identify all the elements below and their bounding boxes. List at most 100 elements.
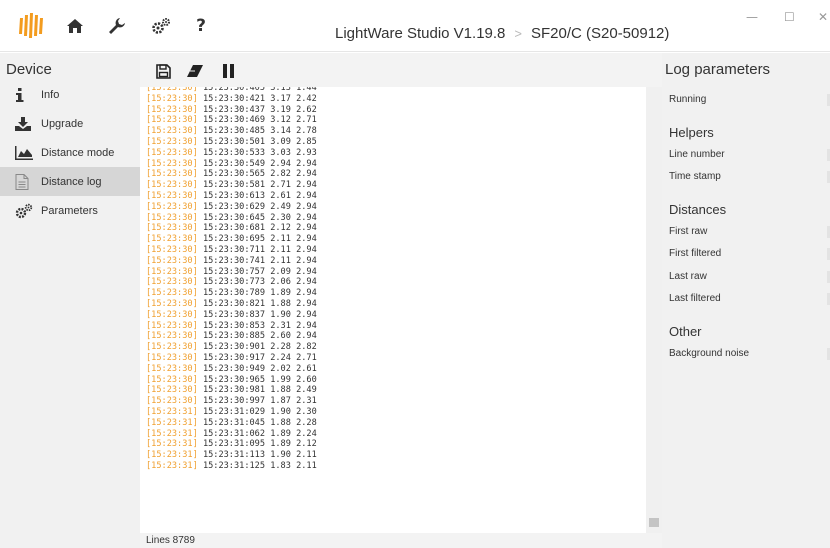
line-count: Lines 8789 [146,535,195,546]
settings-gears-icon[interactable] [150,15,172,37]
sidebar-item-distance-log[interactable]: Distance log [0,167,140,196]
last-filtered-option[interactable]: Last filtered [669,291,830,307]
sidebar-item-upgrade[interactable]: Upgrade [0,109,140,138]
log-timestamp: [15:23:30] [146,158,198,169]
log-values: 15:23:30:997 1.87 2.31 [202,396,317,407]
log-values: 15:23:30:437 3.19 2.62 [202,104,317,115]
sidebar-item-label: Info [41,88,60,101]
sidebar-item-info[interactable]: Info [0,80,140,109]
log-values: 15:23:30:789 1.89 2.94 [202,288,317,299]
log-line: [15:23:30] 15:23:30:965 1.99 2.60 [140,375,646,386]
sidebar-item-label: Parameters [41,204,98,217]
sidebar-nav: Info Upgrade Distance mode Distance log [0,80,140,225]
background-noise-option[interactable]: Background noise [669,346,830,362]
scrollbar-thumb[interactable] [649,518,659,527]
log-values: 15:23:30:741 2.11 2.94 [202,255,317,266]
log-line: [15:23:30] 15:23:30:885 2.60 2.94 [140,331,646,342]
pause-icon[interactable] [220,62,238,80]
log-timestamp: [15:23:30] [146,331,198,342]
log-values: 15:23:30:421 3.17 2.42 [202,93,317,104]
log-timestamp: [15:23:31] [146,428,198,439]
log-line: [15:23:30] 15:23:30:773 2.06 2.94 [140,277,646,288]
log-line: [15:23:31] 15:23:31:113 1.90 2.11 [140,450,646,461]
maximize-button[interactable]: ☐ [784,10,795,24]
sidebar-item-label: Upgrade [41,117,84,130]
log-timestamp: [15:23:30] [146,266,198,277]
log-line: [15:23:30] 15:23:30:533 3.03 2.93 [140,148,646,159]
log-line: [15:23:31] 15:23:31:062 1.89 2.24 [140,429,646,440]
time-stamp-option[interactable]: Time stamp ✓ [669,169,830,185]
sidebar-item-label: Distance mode [41,146,115,159]
sidebar-item-distance-mode[interactable]: Distance mode [0,138,140,167]
sidebar-item-parameters[interactable]: Parameters [0,196,140,225]
log-line: [15:23:30] 15:23:30:997 1.87 2.31 [140,396,646,407]
log-timestamp: [15:23:31] [146,439,198,450]
log-values: 15:23:30:469 3.12 2.71 [202,115,317,126]
log-line: [15:23:31] 15:23:31:125 1.83 2.11 [140,461,646,472]
option-label: Line number [669,149,725,160]
log-line: [15:23:30] 15:23:30:949 2.02 2.61 [140,364,646,375]
log-line: [15:23:30] 15:23:30:853 2.31 2.94 [140,321,646,332]
info-icon [15,87,35,103]
log-timestamp: [15:23:30] [146,180,198,191]
log-timestamp: [15:23:30] [146,126,198,137]
log-timestamp: [15:23:30] [146,342,198,353]
log-timestamp: [15:23:30] [146,288,198,299]
log-values: 15:23:30:981 1.88 2.49 [202,385,317,396]
log-line: [15:23:30] 15:23:30:789 1.89 2.94 [140,288,646,299]
distances-heading: Distances [669,202,727,217]
app-title: LightWare Studio V1.19.8 [335,25,506,42]
log-values: 15:23:30:885 2.60 2.94 [202,331,317,342]
first-filtered-option[interactable]: First filtered ✓ [669,246,830,262]
log-timestamp: [15:23:30] [146,363,198,374]
first-raw-option[interactable]: First raw ✓ [669,224,830,240]
log-timestamp: [15:23:31] [146,450,198,461]
log-values: 15:23:30:565 2.82 2.94 [202,169,317,180]
status-bar: Lines 8789 [140,533,662,548]
option-label: Time stamp [669,171,721,182]
help-icon[interactable]: ? [190,15,212,37]
wrench-icon[interactable] [106,15,128,37]
log-timestamp: [15:23:30] [146,136,198,147]
log-timestamp: [15:23:30] [146,115,198,126]
log-line: [15:23:30] 15:23:30:681 2.12 2.94 [140,223,646,234]
log-line: [15:23:31] 15:23:31:045 1.88 2.28 [140,418,646,429]
log-timestamp: [15:23:30] [146,212,198,223]
last-raw-option[interactable]: Last raw [669,269,830,285]
log-line: [15:23:30] 15:23:30:485 3.14 2.78 [140,126,646,137]
minimize-button[interactable]: — [746,10,758,24]
other-heading: Other [669,324,702,339]
log-line: [15:23:31] 15:23:31:095 1.89 2.12 [140,439,646,450]
log-values: 15:23:30:837 1.90 2.94 [202,309,317,320]
log-line: [15:23:30] 15:23:30:741 2.11 2.94 [140,256,646,267]
log-values: 15:23:30:757 2.09 2.94 [202,266,317,277]
log-values: 15:23:30:901 2.28 2.82 [202,342,317,353]
option-label: Running [669,94,707,105]
close-button[interactable]: ✕ [818,10,828,24]
log-values: 15:23:31:113 1.90 2.11 [202,450,317,461]
option-label: Last filtered [669,293,721,304]
log-output[interactable]: [15:23:30] 15:23:30:405 3.13 1.44 [15:23:… [140,87,646,533]
log-values: 15:23:30:645 2.30 2.94 [202,212,317,223]
breadcrumb-separator: > [514,26,522,41]
eraser-icon[interactable] [186,62,204,80]
sidebar-item-label: Distance log [41,175,102,188]
home-icon[interactable] [64,15,86,37]
sidebar: Device Info Upgrade Distance mode Distan… [0,53,140,548]
log-timestamp: [15:23:30] [146,277,198,288]
log-timestamp: [15:23:30] [146,298,198,309]
log-line: [15:23:30] 15:23:30:549 2.94 2.94 [140,159,646,170]
running-option[interactable]: Running ✓ [669,92,830,108]
log-values: 15:23:31:045 1.88 2.28 [202,417,317,428]
log-timestamp: [15:23:30] [146,190,198,201]
log-line: [15:23:30] 15:23:30:901 2.28 2.82 [140,342,646,353]
log-line: [15:23:30] 15:23:30:645 2.30 2.94 [140,213,646,224]
line-number-option[interactable]: Line number [669,147,830,163]
log-values: 15:23:30:405 3.13 1.44 [202,87,317,93]
log-scrollbar[interactable] [646,87,662,533]
log-line: [15:23:30] 15:23:30:421 3.17 2.42 [140,94,646,105]
log-line: [15:23:30] 15:23:30:837 1.90 2.94 [140,310,646,321]
log-values: 15:23:30:853 2.31 2.94 [202,320,317,331]
save-icon[interactable] [154,62,172,80]
log-timestamp: [15:23:30] [146,147,198,158]
